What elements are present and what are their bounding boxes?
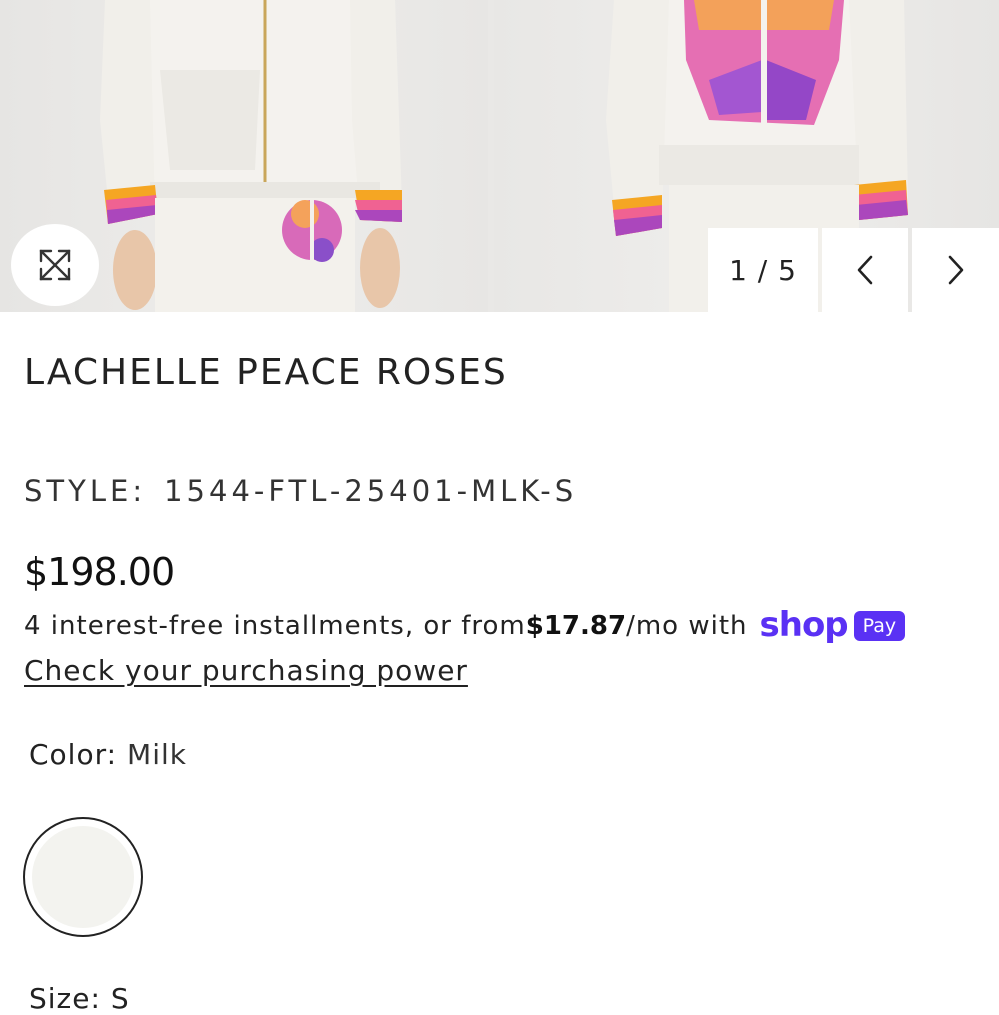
gallery-counter: 1 / 5: [708, 228, 818, 312]
size-selector-label: Size: S: [29, 982, 130, 1015]
expand-image-button[interactable]: [11, 224, 99, 306]
color-selector-label: Color: Milk: [29, 738, 187, 771]
previous-image-button[interactable]: [822, 228, 908, 312]
installments-message: 4 interest-free installments, or from $1…: [24, 605, 906, 646]
installment-amount: $17.87: [525, 611, 627, 641]
chevron-left-icon: [857, 255, 873, 285]
color-label: Color:: [29, 738, 118, 771]
installments-text-after: /mo with: [626, 611, 748, 641]
shop-pay-badge: Pay: [853, 611, 906, 641]
product-title: LACHELLE PEACE ROSES: [24, 352, 508, 393]
style-sku: 1544-FTL-25401-MLK-S: [164, 474, 578, 508]
shop-pay-logo: shop: [759, 605, 849, 645]
color-value: Milk: [127, 738, 187, 771]
style-label: STYLE:: [24, 474, 147, 508]
chevron-right-icon: [948, 255, 963, 285]
style-row: STYLE: 1544-FTL-25401-MLK-S: [24, 474, 577, 508]
product-price: $198.00: [24, 550, 175, 594]
next-image-button[interactable]: [912, 228, 999, 312]
size-label: Size:: [29, 982, 101, 1015]
color-swatch-milk[interactable]: [23, 817, 143, 937]
swatch-fill: [32, 826, 134, 928]
size-value: S: [110, 982, 130, 1015]
product-image-gallery[interactable]: 1 / 5: [0, 0, 999, 312]
expand-arrows-icon: [39, 249, 71, 281]
check-purchasing-power-link[interactable]: Check your purchasing power: [24, 654, 468, 687]
installments-text-before: 4 interest-free installments, or from: [24, 611, 526, 641]
